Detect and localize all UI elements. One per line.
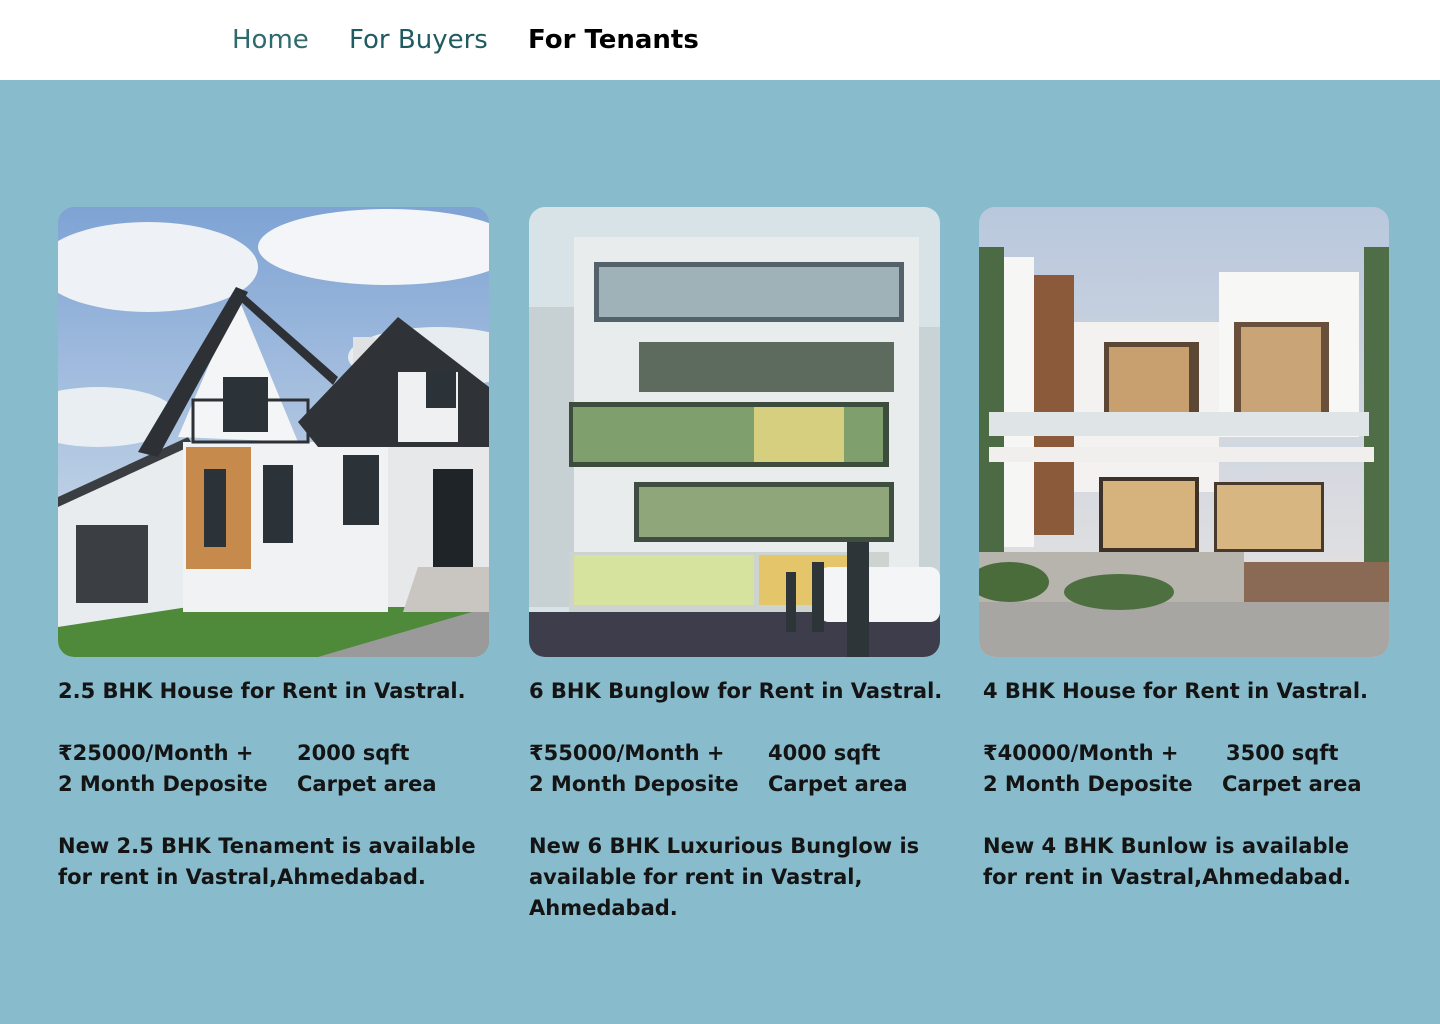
nav-link-for-buyers[interactable]: For Buyers	[349, 24, 488, 56]
listing-price: ₹40000/Month +	[983, 741, 1179, 765]
top-nav-bar: Home For Buyers For Tenants	[0, 0, 1440, 80]
listing-description: New 6 BHK Luxurious Bunglow is available…	[529, 834, 920, 920]
listing-description: New 2.5 BHK Tenament is available for re…	[58, 834, 476, 889]
listing-area-label: Carpet area	[297, 772, 437, 796]
listing-title: 6 BHK Bunglow for Rent in Vastral.	[529, 679, 943, 703]
listing-area: 4000 sqft	[768, 741, 881, 765]
listing-title: 2.5 BHK House for Rent in Vastral.	[58, 679, 466, 703]
listing-area-label: Carpet area	[768, 772, 908, 796]
villa-photo[interactable]	[979, 207, 1389, 657]
house-photo[interactable]	[58, 207, 489, 657]
nav-link-for-tenants[interactable]: For Tenants	[528, 24, 699, 56]
nav-link-home[interactable]: Home	[232, 24, 309, 56]
listing-area: 2000 sqft	[297, 741, 410, 765]
listing-price: ₹25000/Month +	[58, 741, 254, 765]
listing-area-label: Carpet area	[1222, 772, 1362, 796]
listing-deposit: 2 Month Deposite	[58, 772, 268, 796]
bungalow-photo[interactable]	[529, 207, 940, 657]
listing-title: 4 BHK House for Rent in Vastral.	[983, 679, 1369, 703]
listing-deposit: 2 Month Deposite	[529, 772, 739, 796]
listing-description: New 4 BHK Bunlow is available for rent i…	[983, 834, 1351, 889]
listing-area: 3500 sqft	[1226, 741, 1339, 765]
listing-deposit: 2 Month Deposite	[983, 772, 1193, 796]
listing-price: ₹55000/Month +	[529, 741, 725, 765]
